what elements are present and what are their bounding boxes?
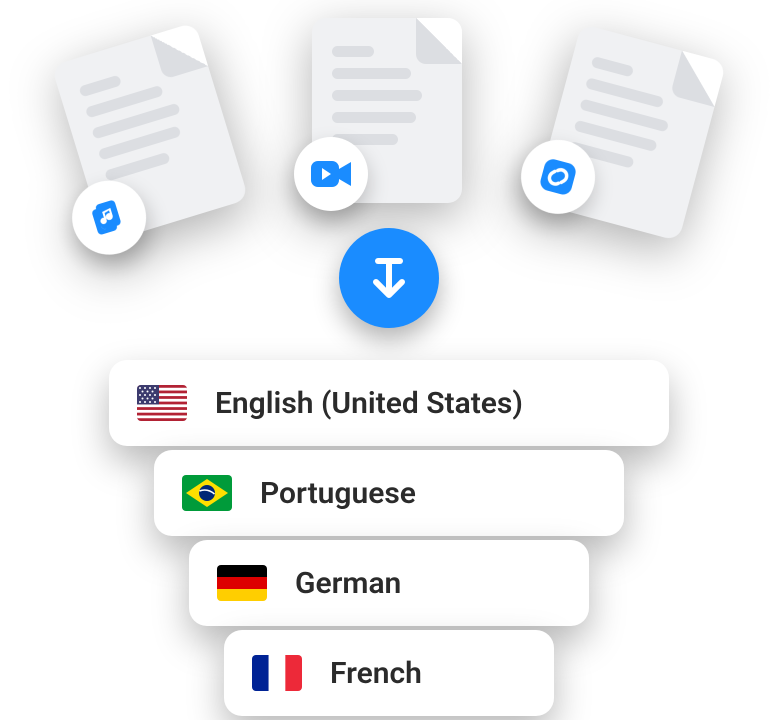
language-label: Portuguese — [260, 476, 416, 511]
language-label: German — [295, 566, 401, 601]
language-label: English (United States) — [215, 386, 523, 421]
download-arrow-icon — [363, 252, 415, 304]
flag-us-icon — [137, 385, 187, 421]
download-convert-button[interactable] — [339, 228, 439, 328]
document-video — [312, 18, 462, 203]
video-icon — [294, 137, 368, 211]
flag-de-icon — [217, 565, 267, 601]
language-label: French — [330, 656, 422, 691]
document-link — [534, 24, 727, 242]
language-list: English (United States) Portuguese Germa… — [0, 360, 778, 720]
language-option-en-us[interactable]: English (United States) — [109, 360, 669, 446]
language-option-de-de[interactable]: German — [189, 540, 589, 626]
document-audio — [51, 22, 249, 243]
documents-row — [0, 18, 778, 258]
flag-fr-icon — [252, 655, 302, 691]
language-option-fr-fr[interactable]: French — [224, 630, 554, 716]
language-option-pt-br[interactable]: Portuguese — [154, 450, 624, 536]
flag-br-icon — [182, 475, 232, 511]
